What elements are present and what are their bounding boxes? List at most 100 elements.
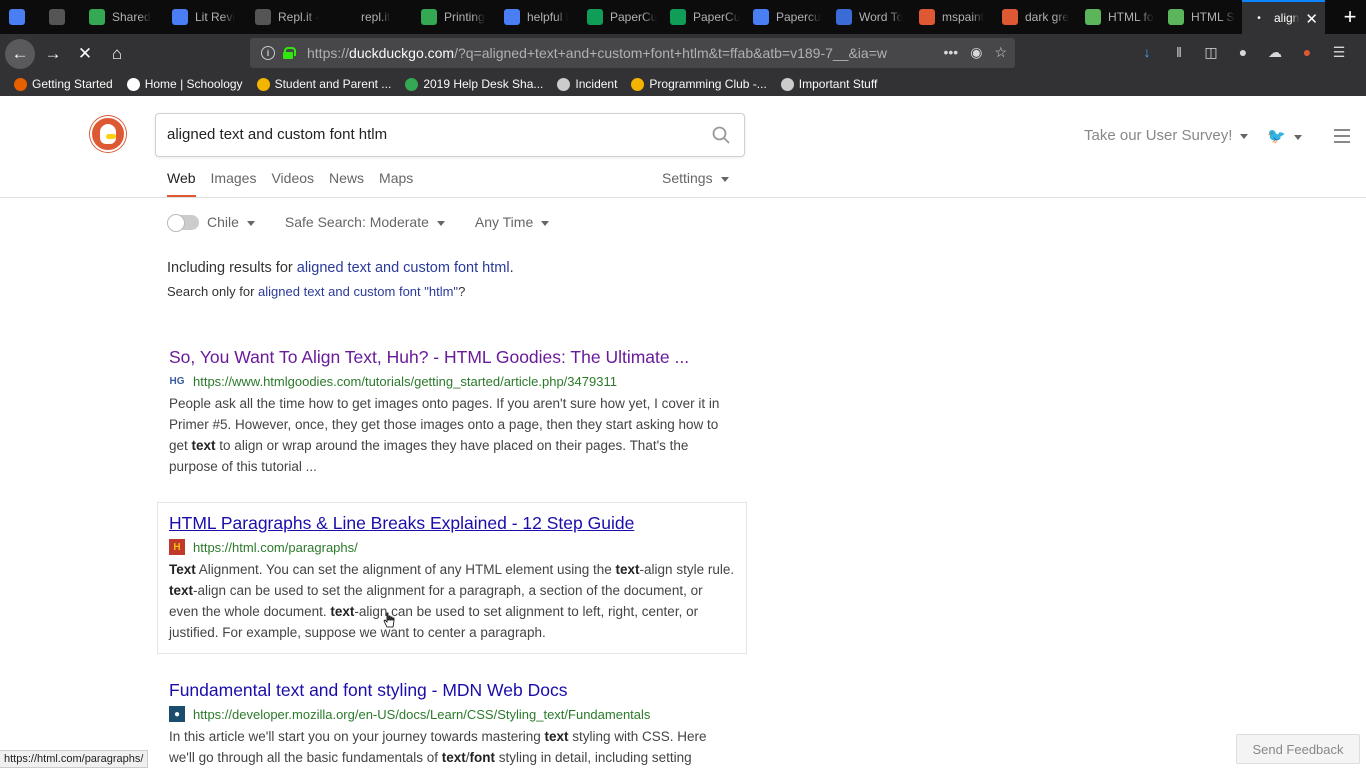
result-title-link[interactable]: HTML Paragraphs & Line Breaks Explained … [169, 513, 735, 534]
tab-maps[interactable]: Maps [379, 170, 413, 197]
browser-tab[interactable]: HTML fo [1076, 0, 1159, 34]
back-button[interactable]: ← [5, 39, 35, 69]
browser-tab[interactable]: helpful l [495, 0, 578, 34]
tab-title: HTML fo [1108, 10, 1154, 24]
downloads-icon[interactable]: ↓ [1138, 44, 1156, 61]
bookmark-favicon-icon [557, 77, 571, 91]
drive-icon [421, 9, 437, 25]
region-dropdown[interactable]: Chile [207, 214, 255, 230]
result-snippet: Text Alignment. You can set the alignmen… [169, 562, 735, 640]
tab-title: mspaint [942, 10, 985, 24]
bookmark-label: Student and Parent ... [274, 77, 392, 91]
docs-icon [172, 9, 188, 25]
extension-icon[interactable]: ☁ [1266, 44, 1284, 61]
browser-tab[interactable]: dark gre [993, 0, 1076, 34]
navigation-toolbar: ← → ✕ ⌂ i https://duckduckgo.com/?q=alig… [0, 34, 1366, 72]
twitter-icon[interactable]: 🐦 [1267, 127, 1302, 145]
mouse-pointer-icon [383, 612, 395, 628]
forward-button[interactable]: → [38, 39, 68, 69]
bookmark-favicon-icon [780, 77, 794, 91]
browser-tab[interactable] [0, 0, 40, 34]
bookmark-item[interactable]: 2019 Help Desk Sha... [405, 77, 543, 91]
library-icon[interactable]: ‖ [1170, 44, 1188, 61]
account-icon[interactable]: ● [1234, 44, 1252, 61]
new-tab-button[interactable]: + [1334, 0, 1366, 34]
browser-tab[interactable]: • align ✕ [1242, 0, 1325, 34]
chart-icon [1085, 9, 1101, 25]
bookmark-favicon-icon [256, 77, 270, 91]
browser-tab[interactable]: Papercu [744, 0, 827, 34]
hamburger-menu-icon[interactable] [1334, 129, 1350, 147]
bookmark-item[interactable]: Student and Parent ... [256, 77, 392, 91]
bookmarks-toolbar: Getting Started Home | Schoology Student a… [0, 72, 1366, 96]
duckduckgo-icon [919, 9, 935, 25]
duckduckgo-extension-icon[interactable]: ● [1298, 44, 1316, 61]
menu-icon[interactable]: ☰ [1330, 44, 1348, 61]
corrected-query-link[interactable]: aligned text and custom font html [297, 260, 510, 276]
close-tab-icon[interactable]: ✕ [1305, 10, 1318, 28]
result-title-link[interactable]: So, You Want To Align Text, Huh? - HTML … [169, 347, 735, 368]
browser-tab[interactable]: repl.it [329, 0, 412, 34]
result-url[interactable]: https://developer.mozilla.org/en-US/docs… [193, 707, 650, 722]
chart-icon [1168, 9, 1184, 25]
browser-tab[interactable]: HTML S [1159, 0, 1242, 34]
browser-tab[interactable]: Lit Revi [163, 0, 246, 34]
caret-down-icon [720, 176, 729, 182]
page-actions-icon[interactable]: ••• [944, 44, 959, 61]
browser-tab[interactable]: PaperCu [578, 0, 661, 34]
bookmark-favicon-icon [631, 77, 645, 91]
bookmark-label: 2019 Help Desk Sha... [423, 77, 544, 91]
time-filter-dropdown[interactable]: Any Time [475, 214, 550, 230]
settings-dropdown[interactable]: Settings [662, 170, 729, 186]
browser-tab[interactable]: PaperCu [661, 0, 744, 34]
original-query-suggestion: Search only for aligned text and custom … [167, 284, 466, 299]
tab-news[interactable]: News [329, 170, 364, 197]
tab-title: helpful l [527, 10, 569, 24]
tab-web[interactable]: Web [167, 170, 196, 197]
sidebar-icon[interactable]: ◫ [1202, 44, 1220, 61]
original-query-link[interactable]: aligned text and custom font "htlm" [258, 284, 458, 299]
replit-icon [49, 9, 65, 25]
caret-down-icon [541, 220, 550, 226]
converter-icon [836, 9, 852, 25]
browser-tab[interactable] [40, 0, 80, 34]
bookmark-favicon-icon [405, 77, 419, 91]
browser-tab[interactable]: Shared [80, 0, 163, 34]
result-title-link[interactable]: Fundamental text and font styling - MDN … [169, 680, 735, 701]
home-button[interactable]: ⌂ [102, 39, 132, 69]
result-url[interactable]: https://html.com/paragraphs/ [193, 540, 358, 555]
browser-tab[interactable]: Printing [412, 0, 495, 34]
search-box[interactable]: aligned text and custom font htlm [155, 113, 745, 157]
send-feedback-button[interactable]: Send Feedback [1236, 734, 1360, 764]
site-info-icon[interactable]: i [261, 46, 275, 60]
docs-icon [9, 9, 25, 25]
browser-tab[interactable]: mspaint [910, 0, 993, 34]
search-input[interactable]: aligned text and custom font htlm [167, 126, 387, 143]
user-survey-link[interactable]: Take our User Survey! [1084, 127, 1249, 144]
bookmark-item[interactable]: Getting Started [14, 77, 113, 91]
browser-tab[interactable]: Word To [827, 0, 910, 34]
result-url[interactable]: https://www.htmlgoodies.com/tutorials/ge… [193, 374, 617, 389]
bookmark-item[interactable]: Incident [557, 77, 617, 91]
tab-videos[interactable]: Videos [271, 170, 314, 197]
address-bar[interactable]: i https://duckduckgo.com/?q=aligned+text… [250, 38, 1015, 68]
tab-images[interactable]: Images [211, 170, 257, 197]
search-filters: Chile Safe Search: Moderate Any Time [167, 213, 579, 232]
drive-icon [89, 9, 105, 25]
bookmark-item[interactable]: Programming Club -... [631, 77, 767, 91]
duckduckgo-logo[interactable] [90, 116, 126, 152]
region-toggle[interactable] [167, 213, 199, 232]
stop-loading-button[interactable]: ✕ [70, 39, 100, 69]
url-text[interactable]: https://duckduckgo.com/?q=aligned+text+a… [307, 45, 905, 61]
bookmark-item[interactable]: Important Stuff [780, 77, 877, 91]
replit-icon [255, 9, 271, 25]
bookmark-star-icon[interactable]: ☆ [994, 44, 1007, 61]
spelling-correction: Including results for aligned text and c… [167, 260, 514, 276]
sheets-icon [587, 9, 603, 25]
safe-search-dropdown[interactable]: Safe Search: Moderate [285, 214, 445, 230]
search-icon[interactable] [712, 126, 730, 144]
pocket-icon[interactable]: ◉ [970, 44, 982, 61]
lock-icon[interactable] [283, 47, 296, 59]
bookmark-item[interactable]: Home | Schoology [126, 77, 243, 91]
browser-tab[interactable]: Repl.it - [246, 0, 329, 34]
